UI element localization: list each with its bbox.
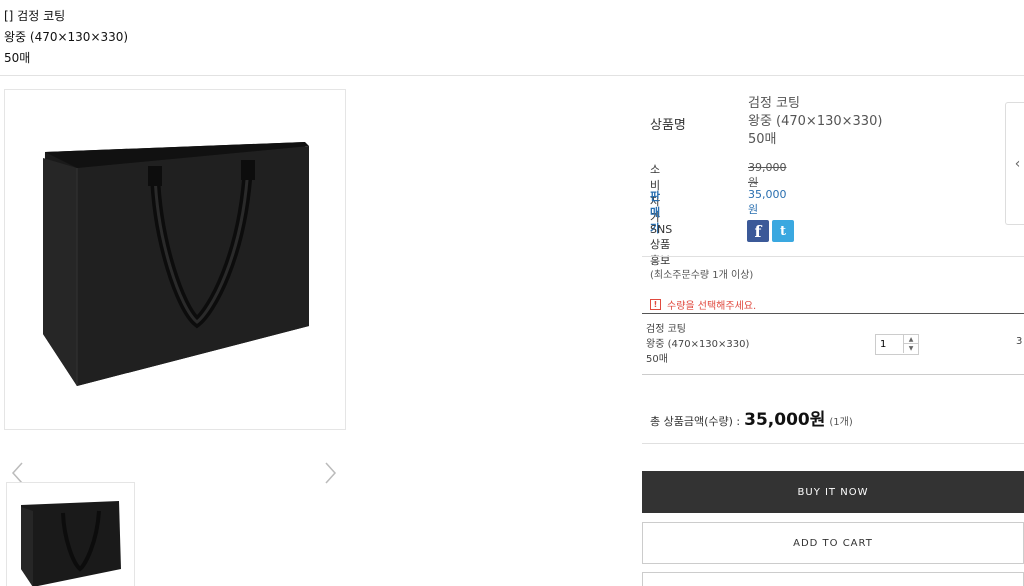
product-name-label: 상품명 [650,118,686,133]
chevron-right-icon[interactable] [320,460,340,486]
option-price-partial: 3 [1016,336,1023,347]
extra-button[interactable] [642,572,1024,586]
total-price: 총 상품금액(수량) : 35,000원 (1개) [650,405,853,430]
sale-price-value: 35,000원 [748,188,787,216]
shopping-bag-thumbnail [21,501,121,586]
quantity-stepper: ▲ ▼ [875,334,919,355]
product-main-image[interactable] [4,89,346,430]
divider [642,256,1024,257]
title-line: [] 검정 코팅 [4,9,66,23]
divider [642,443,1024,444]
quantity-up-button[interactable]: ▲ [903,335,918,344]
consumer-price-value: 39,000원 [748,161,787,189]
warning-text: 수량을 선택해주세요. [667,301,757,312]
quantity-warning: ! 수량을 선택해주세요. [650,297,756,312]
product-name-line: 검정 코팅 [748,96,800,111]
product-name-line: 50매 [748,132,777,147]
option-name: 검정 코팅 왕중 (470×130×330) 50매 [646,322,749,367]
product-thumbnail[interactable] [6,482,135,586]
divider [0,75,1024,76]
product-name-value: 검정 코팅 왕중 (470×130×330) 50매 [748,95,882,149]
option-line: 50매 [646,354,668,365]
total-label: 총 상품금액(수량) : [650,415,741,428]
quantity-down-button[interactable]: ▼ [903,344,918,353]
add-to-cart-button[interactable]: ADD TO CART [642,522,1024,564]
option-line: 검정 코팅 [646,324,686,335]
min-order-quantity: (최소주문수량 1개 이상) [650,270,754,281]
twitter-icon[interactable]: t [772,220,794,242]
title-line: 50매 [4,51,31,65]
title-line: 왕중 (470×130×330) [4,30,129,44]
product-name-line: 왕중 (470×130×330) [748,114,883,129]
side-panel-toggle[interactable]: ‹ [1005,102,1024,225]
option-line: 왕중 (470×130×330) [646,339,750,350]
selected-option-row: 검정 코팅 왕중 (470×130×330) 50매 ▲ ▼ 3 [642,313,1024,375]
warning-icon: ! [650,299,661,310]
sns-label: SNS 상품홍보 [650,223,673,267]
total-count: (1개) [829,417,853,428]
facebook-icon[interactable]: f [747,220,769,242]
quantity-input[interactable] [876,335,904,354]
buy-now-button[interactable]: BUY IT NOW [642,471,1024,513]
page-title: [] 검정 코팅 왕중 (470×130×330) 50매 [4,6,128,69]
total-amount: 35,000원 [744,410,826,430]
shopping-bag-image [43,142,309,386]
